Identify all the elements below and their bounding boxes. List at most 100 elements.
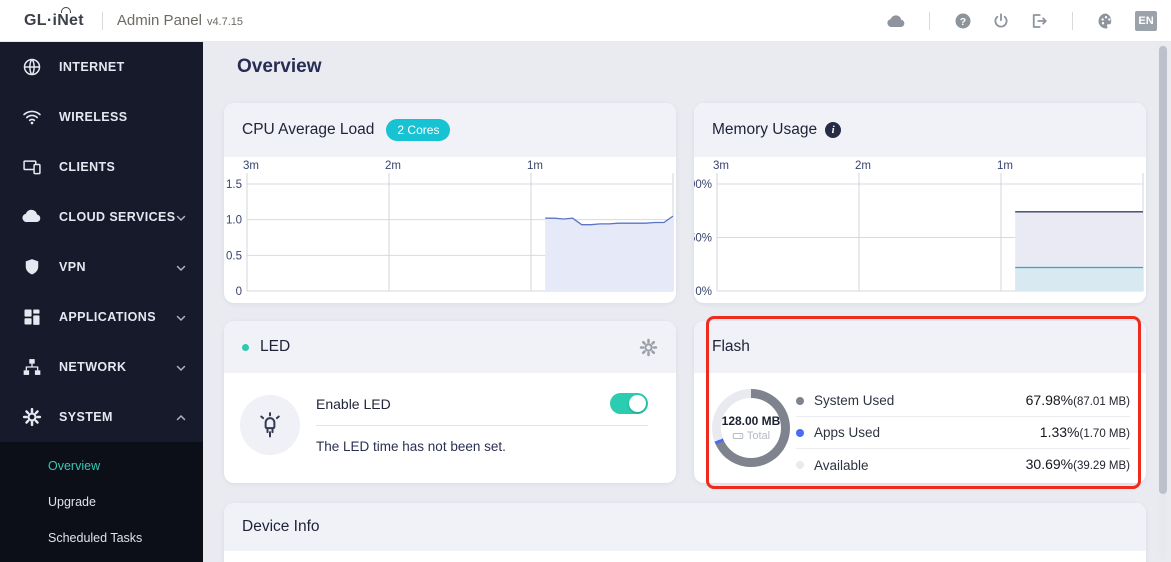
svg-text:2m: 2m [855, 160, 871, 172]
legend-row-system-used: System Used 67.98%(87.01 MB) [796, 385, 1130, 417]
sidebar-item-label: CLIENTS [59, 160, 116, 174]
language-badge[interactable]: EN [1135, 10, 1157, 31]
sidebar-item-system[interactable]: SYSTEM [0, 392, 203, 442]
enable-led-row: Enable LED [316, 393, 648, 414]
scrollbar-track[interactable] [1159, 44, 1167, 560]
svg-text:0%: 0% [695, 286, 712, 298]
sidebar-item-label: WIRELESS [59, 110, 128, 124]
globe-icon [22, 57, 42, 77]
sidebar-item-wireless[interactable]: WIRELESS [0, 92, 203, 142]
legend-percent: 30.69% [1025, 456, 1074, 472]
submenu-item-scheduled-tasks[interactable]: Scheduled Tasks [0, 520, 203, 556]
page-title: Overview [237, 56, 322, 77]
device-info-card: Device Info [224, 503, 1146, 562]
chevron-down-icon [175, 261, 187, 279]
logout-icon[interactable] [1020, 8, 1058, 34]
sidebar-item-label: CLOUD SERVICES [59, 210, 176, 224]
power-icon[interactable] [982, 8, 1020, 34]
flash-total-label: Total [746, 430, 771, 442]
chevron-up-icon [175, 411, 187, 429]
toggle-knob [629, 395, 646, 412]
cpu-card-header: CPU Average Load 2 Cores [224, 103, 676, 157]
svg-text:2m: 2m [385, 160, 401, 172]
help-icon[interactable]: ? [944, 8, 982, 34]
sidebar-item-label: SYSTEM [59, 410, 113, 424]
cores-badge: 2 Cores [386, 119, 451, 141]
flash-card-title: Flash [712, 338, 750, 355]
apps-grid-icon [22, 307, 42, 327]
svg-text:0: 0 [236, 286, 242, 298]
cloud-status-icon[interactable] [877, 8, 915, 34]
info-icon[interactable]: i [825, 122, 842, 138]
svg-text:3m: 3m [243, 160, 259, 172]
sidebar-item-network[interactable]: NETWORK [0, 342, 203, 392]
svg-text:3m: 3m [713, 160, 729, 172]
legend-label: System Used [814, 393, 895, 408]
led-card: LED Enable LED The LED time has not been… [224, 321, 676, 483]
flash-card-body: 128.00 MB Total System Used 67.98%(87.01… [694, 373, 1146, 483]
main-content: Overview CPU Average Load 2 Cores 1.5 1.0… [203, 42, 1171, 562]
flash-total-value: 128.00 MB [721, 414, 781, 428]
flash-total-sub: Total [732, 430, 770, 442]
legend-label: Available [814, 457, 869, 473]
header-actions: ? EN [877, 8, 1157, 34]
flash-legend: System Used 67.98%(87.01 MB) Apps Used 1… [796, 385, 1130, 481]
legend-size: (39.29 MB) [1073, 460, 1130, 472]
svg-text:100%: 100% [694, 179, 712, 191]
chevron-down-icon [175, 311, 187, 329]
sidebar-item-internet[interactable]: INTERNET [0, 42, 203, 92]
flash-card: Flash 128.00 MB Total System Used 67.98%… [694, 321, 1146, 483]
theme-palette-icon[interactable] [1087, 8, 1125, 34]
sidebar-item-vpn[interactable]: VPN [0, 242, 203, 292]
led-card-body: Enable LED The LED time has not been set… [224, 373, 676, 483]
svg-text:0.5: 0.5 [226, 250, 242, 262]
device-info-header: Device Info [224, 503, 1146, 551]
system-submenu: Overview Upgrade Scheduled Tasks [0, 442, 203, 562]
legend-size: (1.70 MB) [1079, 427, 1131, 440]
submenu-item-overview[interactable]: Overview [0, 448, 203, 484]
admin-panel-window: GL·iNet Admin Panel v4.7.15 ? EN INTERNE… [0, 0, 1171, 562]
gear-icon [22, 407, 42, 427]
svg-text:1.0: 1.0 [226, 215, 242, 227]
network-icon [22, 357, 42, 377]
chevron-down-icon [175, 211, 187, 229]
sidebar-item-applications[interactable]: APPLICATIONS [0, 292, 203, 342]
legend-dot [796, 461, 804, 469]
sidebar-item-label: VPN [59, 260, 86, 274]
sidebar-item-label: APPLICATIONS [59, 310, 156, 324]
cloud-icon [22, 207, 42, 227]
sidebar-item-cloud-services[interactable]: CLOUD SERVICES [0, 192, 203, 242]
top-header: GL·iNet Admin Panel v4.7.15 ? EN [0, 0, 1171, 42]
wifi-icon [22, 107, 42, 127]
legend-percent: 67.98% [1025, 391, 1074, 408]
led-bulb-icon [240, 395, 300, 455]
svg-text:1m: 1m [997, 160, 1013, 172]
scrollbar-thumb[interactable] [1159, 46, 1167, 494]
cpu-card-title: CPU Average Load [242, 121, 375, 138]
shield-icon [22, 257, 42, 277]
legend-percent: 1.33% [1039, 423, 1080, 440]
enable-led-toggle[interactable] [610, 393, 648, 414]
led-card-header: LED [224, 321, 676, 373]
flash-donut-center: 128.00 MB Total [721, 398, 781, 458]
sidebar-item-clients[interactable]: CLIENTS [0, 142, 203, 192]
submenu-item-upgrade[interactable]: Upgrade [0, 484, 203, 520]
glinet-logo: GL·iNet [24, 6, 84, 30]
legend-label: Apps Used [814, 425, 881, 440]
devices-icon [22, 157, 42, 177]
device-info-title: Device Info [242, 518, 320, 535]
divider [316, 425, 648, 426]
logo-text: GL·iNet [24, 11, 84, 29]
header-divider [101, 11, 103, 30]
flash-card-header: Flash [694, 321, 1146, 373]
sidebar-item-label: INTERNET [59, 60, 125, 74]
header-divider [1072, 11, 1073, 30]
legend-row-available: Available 30.69%(39.29 MB) [796, 449, 1130, 481]
memory-usage-card: Memory Usage i 100% 50% 0% 3m 2m 1m [694, 103, 1146, 303]
svg-text:1.5: 1.5 [226, 179, 242, 191]
logo-wifi-arc-icon [61, 6, 71, 13]
legend-row-apps-used: Apps Used 1.33%(1.70 MB) [796, 417, 1130, 449]
led-settings-gear-icon[interactable] [639, 338, 658, 357]
sidebar-item-label: NETWORK [59, 360, 127, 374]
enable-led-label: Enable LED [316, 395, 391, 412]
